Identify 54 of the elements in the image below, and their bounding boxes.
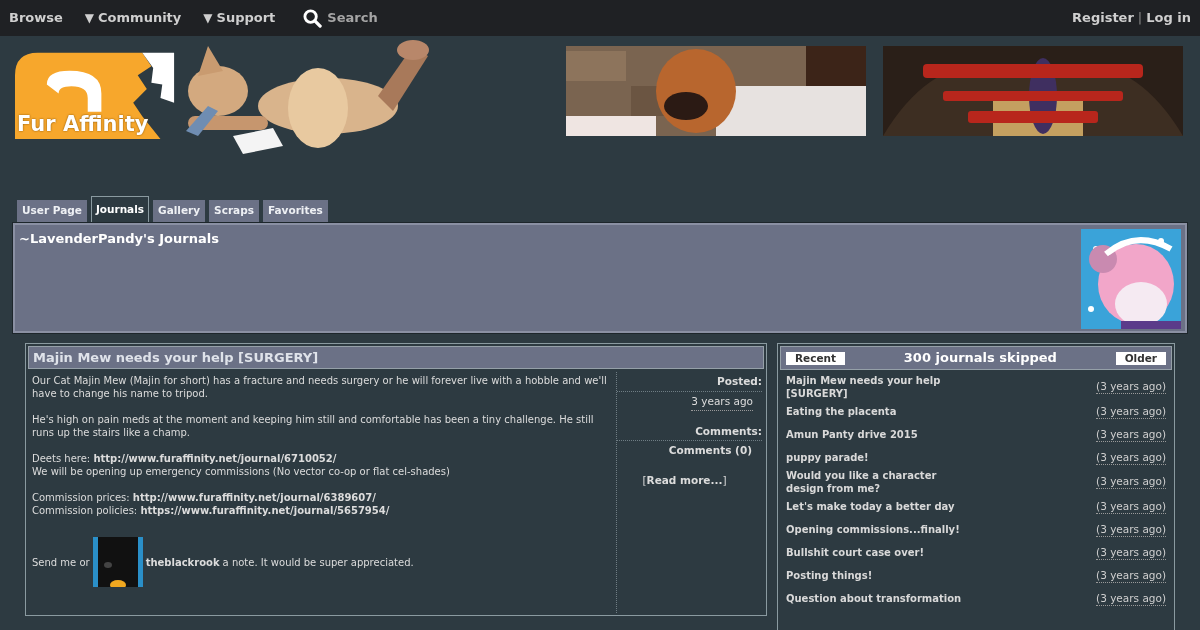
journal-date: (3 years ago) bbox=[1096, 568, 1166, 583]
read-more-link[interactable]: Read more... bbox=[646, 473, 723, 489]
journal-link[interactable]: Amun Panty drive 2015 bbox=[786, 428, 976, 441]
tab[interactable]: User Page bbox=[17, 200, 87, 222]
bracket: [ bbox=[642, 473, 647, 488]
journal-link[interactable]: Majin Mew needs your help [SURGERY] bbox=[786, 374, 976, 400]
journal-text: Deets here: http://www.furaffinity.net/journal/6710052/ bbox=[32, 452, 338, 465]
posted-label: Posted: bbox=[617, 374, 762, 392]
journal-date: (3 years ago) bbox=[1096, 450, 1166, 465]
journal-date: (3 years ago) bbox=[1096, 427, 1166, 442]
journal-date: (3 years ago) bbox=[1096, 404, 1166, 419]
comments-label: Comments: bbox=[617, 423, 762, 442]
journal-date: (3 years ago) bbox=[1096, 522, 1166, 537]
journal-date: (3 years ago) bbox=[1096, 475, 1166, 489]
journal-title: Majin Mew needs your help [SURGERY] bbox=[28, 346, 764, 369]
journal-link[interactable]: Opening commissions...finally! bbox=[786, 523, 976, 536]
journal-text: Commission prices: http://www.furaffinity.net/journal/6389607/ bbox=[32, 491, 377, 504]
separator: | bbox=[1137, 9, 1143, 28]
tab[interactable]: Favorites bbox=[262, 200, 328, 222]
tab[interactable]: Journals bbox=[90, 196, 150, 222]
page-title: ~LavenderPandy's Journals bbox=[19, 230, 219, 248]
recent-button[interactable]: Recent bbox=[786, 351, 846, 365]
journal-date: (3 years ago) bbox=[1096, 499, 1166, 514]
journal-text: Our Cat Majin Mew (Majin for short) has a fracture and needs surgery or he will forever live with a hobble and we'll have to change his name to tripod. bbox=[32, 374, 608, 400]
journal-text: Commission policies: https://www.furaffinity.net/journal/5657954/ bbox=[32, 504, 391, 517]
journal-text: Send me or bbox=[32, 555, 90, 569]
tab[interactable]: Gallery bbox=[153, 200, 206, 222]
journal-link[interactable]: puppy parade! bbox=[786, 451, 976, 464]
journal-link[interactable]: Bullshit court case over! bbox=[786, 546, 976, 559]
journal-link[interactable]: Posting things! bbox=[786, 569, 976, 582]
journal-link[interactable]: Question about transformation bbox=[786, 592, 976, 605]
bracket: ] bbox=[722, 473, 727, 488]
nav-menu[interactable]: ▼ Community bbox=[84, 8, 182, 28]
post-date: 3 years ago bbox=[691, 393, 753, 411]
journal-text: He's high on pain meds at the moment and keeping him still and comfortable has been a tiny challenge. He still runs up the stairs like a champ. bbox=[32, 413, 595, 439]
journal-text: a note. It would be super appreciated. bbox=[222, 555, 414, 569]
journal-link[interactable]: Let's make today a better day bbox=[786, 500, 976, 513]
nav-link[interactable]: Register bbox=[1072, 8, 1134, 28]
comments-link[interactable]: Comments (0) bbox=[668, 443, 752, 459]
nav-link[interactable]: Browse bbox=[9, 8, 63, 28]
journal-text: We will be opening up emergency commissions (No vector co-op or flat cel-shades) bbox=[32, 465, 451, 478]
journal-date: (3 years ago) bbox=[1096, 591, 1166, 606]
journal-date: (3 years ago) bbox=[1096, 545, 1166, 560]
search-icon bbox=[303, 8, 323, 28]
nav-menu[interactable]: ▼ Support bbox=[203, 8, 276, 28]
search-field[interactable]: Search bbox=[303, 8, 378, 28]
older-button[interactable]: Older bbox=[1115, 351, 1166, 365]
journal-link[interactable]: Eating the placenta bbox=[786, 405, 976, 418]
user-link[interactable]: theblackrook bbox=[145, 555, 220, 569]
journal-link[interactable]: Would you like a character design from me? bbox=[786, 469, 976, 495]
tab[interactable]: Scraps bbox=[209, 200, 259, 222]
nav-link[interactable]: Log in bbox=[1146, 8, 1191, 28]
journal-date: (3 years ago) bbox=[1096, 380, 1166, 394]
skipped-count: 300 journals skipped bbox=[903, 349, 1057, 368]
